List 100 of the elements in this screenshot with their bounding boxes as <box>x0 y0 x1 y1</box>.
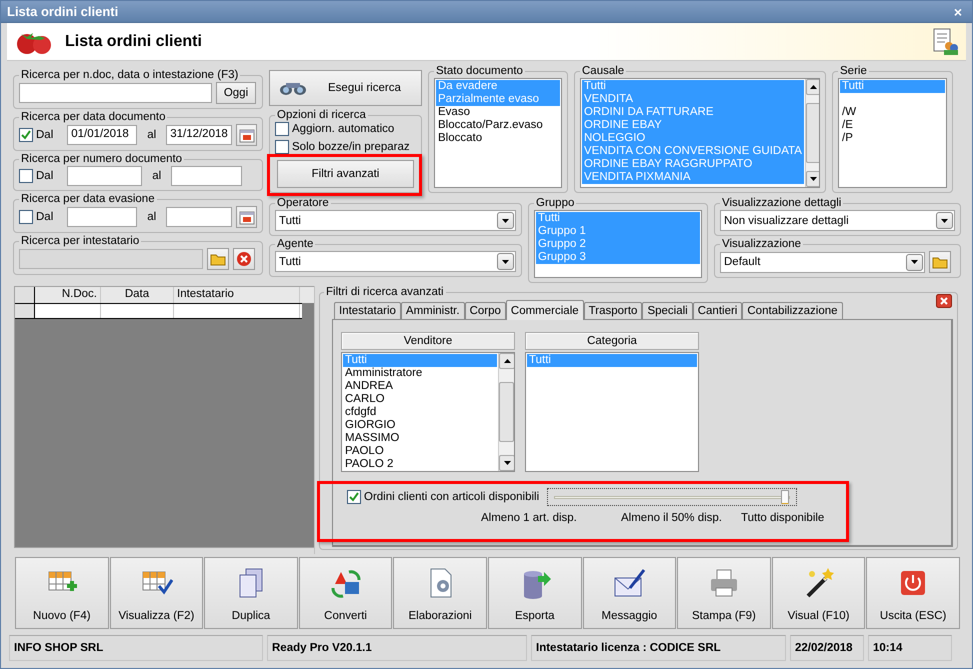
caret-icon <box>940 218 949 224</box>
date-field[interactable] <box>171 166 242 186</box>
search-field[interactable] <box>19 83 212 103</box>
list-item[interactable]: Evaso <box>436 106 560 119</box>
caret-icon <box>910 259 919 265</box>
toolbar-button[interactable]: Nuovo (F4) <box>15 557 109 629</box>
slider-thumb[interactable] <box>781 490 790 504</box>
checkbox[interactable] <box>19 169 33 183</box>
group-label: Visualizzazione <box>721 238 802 250</box>
toolbar-button[interactable]: Visual (F10) <box>772 557 866 629</box>
today-button[interactable]: Oggi <box>216 82 256 104</box>
list-item[interactable]: PAOLO <box>343 445 497 458</box>
column-header: Venditore <box>341 332 515 350</box>
checkbox[interactable] <box>347 490 361 504</box>
dropdown[interactable]: Non visualizzare dettagli <box>720 210 955 231</box>
list-item[interactable]: Bloccato/Parz.evaso <box>436 119 560 132</box>
report-icon[interactable] <box>932 28 958 56</box>
checkbox-label: Dal <box>36 211 54 223</box>
field-label: al <box>152 170 162 182</box>
checkbox-label: Dal <box>36 129 54 141</box>
down-arrow-icon[interactable] <box>809 176 818 182</box>
browse-button[interactable] <box>207 248 229 270</box>
group-label: Gruppo <box>535 197 576 209</box>
availability-slider[interactable] <box>547 488 798 506</box>
calendar-icon <box>238 127 255 143</box>
binoculars-icon <box>278 80 308 96</box>
date-field[interactable] <box>67 207 138 227</box>
checkbox-label: Ordini clienti con articoli disponibili <box>364 491 540 503</box>
list-item[interactable]: /P <box>840 132 945 145</box>
tab[interactable]: Contabilizzazione <box>742 302 843 319</box>
toolbar-button[interactable]: Messaggio <box>582 557 676 629</box>
dropdown[interactable]: Default <box>720 252 925 272</box>
toolbar-button[interactable]: Elaborazioni <box>393 557 487 629</box>
tab[interactable]: Trasporto <box>584 302 642 319</box>
caret-icon <box>501 258 510 264</box>
date-field[interactable]: 01/01/2018 <box>67 125 138 145</box>
window-title: Lista ordini clienti <box>7 4 118 19</box>
status-text: INFO SHOP SRL <box>9 635 263 661</box>
group-label: Ricerca per data documento <box>20 111 166 123</box>
toolbar-button[interactable]: Uscita (ESC) <box>866 557 960 629</box>
list-item[interactable]: PAOLO 2 <box>343 458 497 471</box>
clear-button[interactable] <box>233 248 255 270</box>
tab[interactable]: Corpo <box>464 302 506 319</box>
date-field[interactable]: 31/12/2018 <box>166 125 232 145</box>
group-label: Agente <box>276 238 314 250</box>
list-item[interactable]: cfdgfd <box>343 406 497 419</box>
caret-icon <box>501 218 510 224</box>
group-label: Opzioni di ricerca <box>276 109 367 121</box>
group-label: Ricerca per numero documento <box>20 153 184 165</box>
list-item[interactable]: /W <box>840 106 945 119</box>
list-item[interactable]: MASSIMO <box>343 432 497 445</box>
table-row[interactable] <box>15 303 302 319</box>
status-text: Intestatario licenza : CODICE SRL <box>531 635 786 661</box>
up-arrow-icon[interactable] <box>502 358 512 364</box>
toolbar-button[interactable]: Converti <box>298 557 392 629</box>
dropdown[interactable]: Tutti <box>275 210 516 231</box>
list-item[interactable]: ANDREA <box>343 380 497 393</box>
cancel-icon <box>236 251 252 267</box>
tab[interactable]: Intestatario <box>334 302 401 319</box>
list-item[interactable]: CARLO <box>343 393 497 406</box>
search-button[interactable]: Esegui ricerca <box>269 70 422 106</box>
toolbar-button[interactable]: Stampa (F9) <box>677 557 771 629</box>
close-icon[interactable] <box>936 294 952 308</box>
group-label: Ricerca per intestatario <box>20 235 140 247</box>
date-field[interactable] <box>166 207 232 227</box>
browse-button[interactable] <box>929 251 951 273</box>
advanced-filters-button[interactable]: Filtri avanzati <box>277 160 414 188</box>
date-field[interactable] <box>67 166 142 186</box>
tab[interactable]: Amministr. <box>400 302 465 319</box>
calendar-button[interactable] <box>236 124 257 146</box>
down-arrow-icon[interactable] <box>502 460 512 466</box>
up-arrow-icon[interactable] <box>809 84 818 90</box>
tab[interactable]: Cantieri <box>692 302 742 319</box>
list-item[interactable]: Amministratore <box>343 367 497 380</box>
slider-label: Almeno 1 art. disp. <box>481 512 578 524</box>
toolbar-button[interactable]: Duplica <box>204 557 298 629</box>
tab[interactable]: Commerciale <box>506 300 584 320</box>
list-item[interactable]: GIORGIO <box>343 419 497 432</box>
status-text: Ready Pro V20.1.1 <box>267 635 527 661</box>
tab[interactable]: Speciali <box>642 302 693 319</box>
list-item[interactable]: /E <box>840 119 945 132</box>
field-label: al <box>147 129 156 141</box>
group-label: Filtri di ricerca avanzati <box>325 286 445 298</box>
field-label: al <box>147 211 156 223</box>
toolbar-button[interactable]: Visualizza (F2) <box>110 557 204 629</box>
group-label: Serie <box>839 65 868 77</box>
checkbox[interactable] <box>275 122 289 136</box>
list-item[interactable]: Bloccato <box>436 132 560 145</box>
calendar-button[interactable] <box>236 206 257 228</box>
checkbox[interactable] <box>275 140 289 154</box>
group-label: Operatore <box>276 197 330 209</box>
checkbox[interactable] <box>19 210 33 224</box>
scrollbar[interactable] <box>804 79 819 187</box>
toolbar-button[interactable]: Esporta <box>488 557 582 629</box>
checkbox[interactable] <box>19 128 33 142</box>
scrollbar[interactable] <box>498 353 514 471</box>
group-label: Visualizzazione dettagli <box>721 197 842 209</box>
dropdown[interactable]: Tutti <box>275 251 516 272</box>
checkbox-label: Dal <box>36 170 54 182</box>
group-label: Ricerca per n.doc, data o intestazione (F3) <box>20 69 240 81</box>
